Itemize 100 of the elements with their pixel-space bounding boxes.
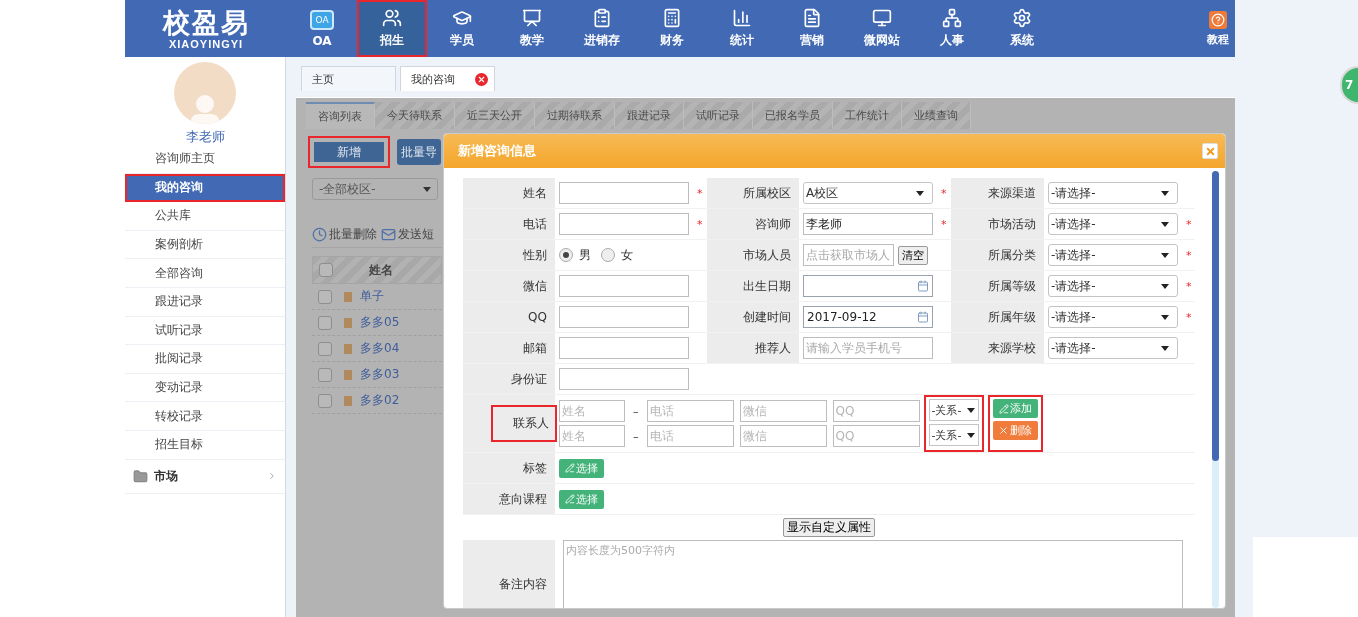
- folder-icon: [133, 468, 148, 484]
- page-tab[interactable]: 我的咨询: [400, 66, 495, 91]
- sub-tab[interactable]: 已报名学员: [753, 102, 833, 129]
- field-label: 姓名: [523, 184, 547, 202]
- settings-icon: [1012, 8, 1032, 28]
- relation-dropdown[interactable]: -关系-: [928, 399, 979, 421]
- checkbox[interactable]: [318, 341, 332, 356]
- table-cell[interactable]: 单子: [360, 288, 384, 305]
- contact-wechat-field[interactable]: 微信: [739, 425, 827, 447]
- field-label: 电话: [523, 215, 547, 233]
- nav-item[interactable]: 教学: [497, 0, 567, 57]
- field-label: 出生日期: [743, 277, 791, 295]
- dropdown[interactable]: -请选择-: [1048, 182, 1178, 204]
- required-mark: *: [1186, 279, 1192, 293]
- sub-tab[interactable]: 业绩查询: [902, 102, 971, 129]
- text-field[interactable]: [559, 182, 689, 204]
- nav-item[interactable]: 学员: [427, 0, 497, 57]
- date-field[interactable]: 2017-09-12: [803, 306, 933, 328]
- dash: –: [633, 404, 639, 418]
- scrollbar[interactable]: [1212, 171, 1219, 608]
- dropdown[interactable]: -请选择-: [1048, 244, 1178, 266]
- checkbox[interactable]: [318, 367, 332, 382]
- checkbox[interactable]: [319, 263, 333, 277]
- checkbox[interactable]: [318, 315, 332, 330]
- graduation-cap-icon: [452, 8, 472, 28]
- contact-qq-field[interactable]: QQ: [832, 400, 920, 422]
- toolbar-button[interactable]: 批量导: [397, 139, 441, 165]
- close-icon[interactable]: [475, 72, 488, 86]
- contact-qq-field[interactable]: QQ: [832, 425, 920, 447]
- dropdown[interactable]: -请选择-: [1048, 306, 1178, 328]
- field-label: 市场人员: [743, 246, 791, 264]
- tag-icon: [344, 395, 352, 406]
- radio-button[interactable]: [559, 248, 573, 262]
- toolbar-action[interactable]: 批量删除: [312, 226, 377, 243]
- contact-phone-field[interactable]: 电话: [646, 425, 734, 447]
- nav-item[interactable]: 统计: [707, 0, 777, 57]
- field-label: 邮箱: [523, 339, 547, 357]
- table-cell[interactable]: 多多05: [360, 314, 400, 331]
- text-field[interactable]: [559, 337, 689, 359]
- clear-button[interactable]: 清空: [898, 245, 928, 265]
- nav-item[interactable]: 系统: [987, 0, 1057, 57]
- table-cell[interactable]: 多多03: [360, 366, 400, 383]
- contact-name-field[interactable]: 姓名: [559, 400, 625, 422]
- field-label: 性别: [523, 246, 547, 264]
- calendar-icon: [917, 280, 929, 292]
- contact-wechat-field[interactable]: 微信: [739, 400, 827, 422]
- dropdown[interactable]: A校区: [803, 182, 933, 204]
- table-cell[interactable]: 多多02: [360, 392, 400, 409]
- text-field[interactable]: [559, 368, 689, 390]
- nav-item[interactable]: 微网站: [847, 0, 917, 57]
- dropdown[interactable]: -请选择-: [1048, 337, 1178, 359]
- radio-label: 男: [579, 246, 591, 264]
- toolbar-button[interactable]: 新增: [308, 136, 390, 168]
- sub-tab[interactable]: 工作统计: [833, 102, 902, 129]
- text-field[interactable]: 请输入学员手机号: [803, 337, 933, 359]
- sub-tab[interactable]: 过期待联系: [535, 102, 615, 129]
- sub-tab[interactable]: 试听记录: [684, 102, 753, 129]
- sidebar-item[interactable]: 我的咨询: [125, 173, 285, 203]
- contact-phone-field[interactable]: 电话: [646, 400, 734, 422]
- text-field[interactable]: [559, 213, 689, 235]
- nav-item[interactable]: OA OA: [287, 0, 357, 57]
- field-label: 创建时间: [743, 308, 791, 326]
- calendar-icon: [917, 311, 929, 323]
- required-mark: *: [1186, 310, 1192, 324]
- relation-dropdown[interactable]: -关系-: [928, 424, 979, 446]
- picker-field[interactable]: 点击获取市场人: [803, 244, 894, 266]
- close-button[interactable]: [1202, 143, 1218, 159]
- toolbar-action[interactable]: 发送短: [381, 226, 434, 243]
- text-field[interactable]: [559, 306, 689, 328]
- nav-item[interactable]: 进销存: [567, 0, 637, 57]
- help-item[interactable]: 教程: [1201, 0, 1235, 57]
- help-icon: [1209, 10, 1227, 29]
- text-field[interactable]: 李老师: [803, 213, 933, 235]
- sub-tab[interactable]: 跟进记录: [615, 102, 684, 129]
- contact-name-field[interactable]: 姓名: [559, 425, 625, 447]
- sub-tab[interactable]: 今天待联系: [375, 102, 455, 129]
- date-field[interactable]: [803, 275, 933, 297]
- remark-field[interactable]: 内容长度为500字符内: [563, 540, 1183, 608]
- dropdown[interactable]: -请选择-: [1048, 275, 1178, 297]
- radio-button[interactable]: [601, 248, 615, 262]
- custom-attributes-button[interactable]: 显示自定义属性: [783, 518, 875, 537]
- page-tab[interactable]: 主页: [301, 66, 396, 91]
- nav-item[interactable]: 财务: [637, 0, 707, 57]
- radio-label: 女: [621, 246, 633, 264]
- nav-item[interactable]: 人事: [917, 0, 987, 57]
- campus-dropdown[interactable]: -全部校区-: [312, 178, 438, 200]
- dropdown[interactable]: -请选择-: [1048, 213, 1178, 235]
- nav-item[interactable]: 营销: [777, 0, 847, 57]
- people-icon: [382, 8, 402, 28]
- chalkboard-icon: [522, 8, 542, 28]
- checkbox[interactable]: [318, 393, 332, 408]
- required-mark: *: [697, 217, 703, 231]
- field-label: 市场活动: [988, 215, 1036, 233]
- sub-tab[interactable]: 咨询列表: [306, 102, 375, 129]
- table-cell[interactable]: 多多04: [360, 340, 400, 357]
- nav-item[interactable]: 招生: [357, 0, 427, 57]
- text-field[interactable]: [559, 275, 689, 297]
- sidebar-group[interactable]: 市场: [125, 459, 285, 494]
- checkbox[interactable]: [318, 289, 332, 304]
- delete-button[interactable]: 删除: [992, 421, 1038, 440]
